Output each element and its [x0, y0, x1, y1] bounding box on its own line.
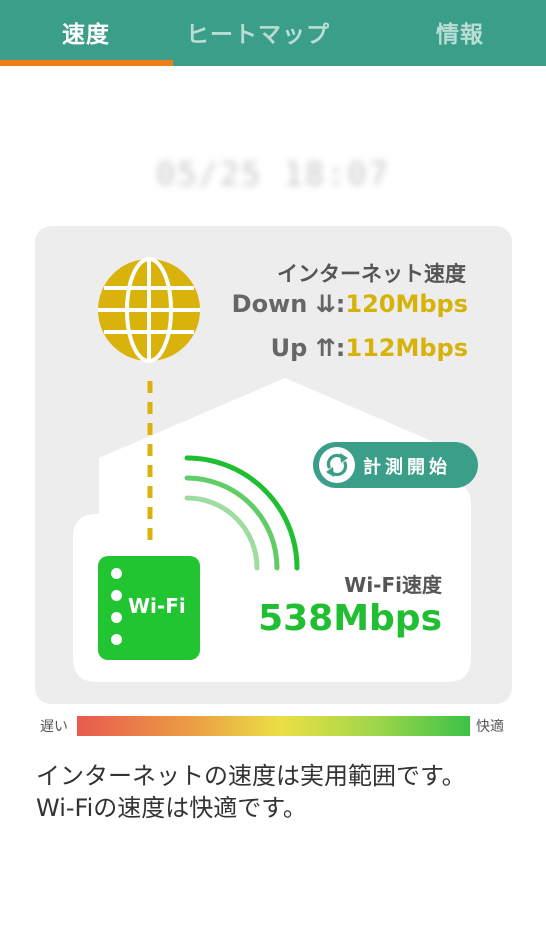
speed-gradient-bar	[77, 716, 470, 736]
result-message: インターネットの速度は実用範囲です。 Wi-Fiの速度は快適です。	[36, 760, 526, 824]
wifi-result-text: Wi-Fiの速度は快適です。	[36, 794, 307, 822]
start-measurement-label: 計測開始	[363, 457, 451, 478]
globe-icon	[98, 257, 200, 363]
download-value: 120Mbps	[345, 290, 468, 318]
wifi-speed-title: Wi-Fi速度	[344, 573, 442, 597]
upload-label: Up ⇈:	[270, 334, 346, 362]
upload-speed: Up ⇈:112Mbps	[271, 334, 468, 362]
download-label: Down ⇊:	[231, 290, 346, 318]
measurement-datetime: 05/25 18:07	[156, 155, 390, 193]
internet-result-text: インターネットの速度は実用範囲です。	[36, 762, 466, 790]
speed-panel: Wi-Fi インターネット速度 Down ⇊:120Mbps Up ⇈:112M…	[35, 226, 512, 704]
router-led	[111, 634, 122, 645]
tab-heatmap[interactable]: ヒートマップ	[172, 0, 344, 66]
router-led	[111, 568, 122, 579]
tab-info[interactable]: 情報	[374, 0, 546, 66]
router-led	[111, 590, 122, 601]
download-speed: Down ⇊:120Mbps	[232, 290, 468, 318]
router-led	[111, 612, 122, 623]
start-measurement-button[interactable]: 計測開始	[313, 442, 478, 488]
legend-slow-label: 遅い	[40, 719, 68, 735]
wifi-speed-value: 538Mbps	[258, 598, 442, 639]
legend-fast-label: 快適	[476, 719, 504, 735]
active-tab-indicator	[0, 60, 173, 66]
router-icon: Wi-Fi	[98, 556, 200, 660]
upload-value: 112Mbps	[345, 334, 468, 362]
tab-bar: 速度 ヒートマップ 情報	[0, 0, 546, 66]
tab-speed[interactable]: 速度	[0, 0, 172, 66]
refresh-icon	[319, 447, 355, 483]
internet-speed-title: インターネット速度	[277, 262, 466, 286]
router-label: Wi-Fi	[128, 594, 186, 618]
